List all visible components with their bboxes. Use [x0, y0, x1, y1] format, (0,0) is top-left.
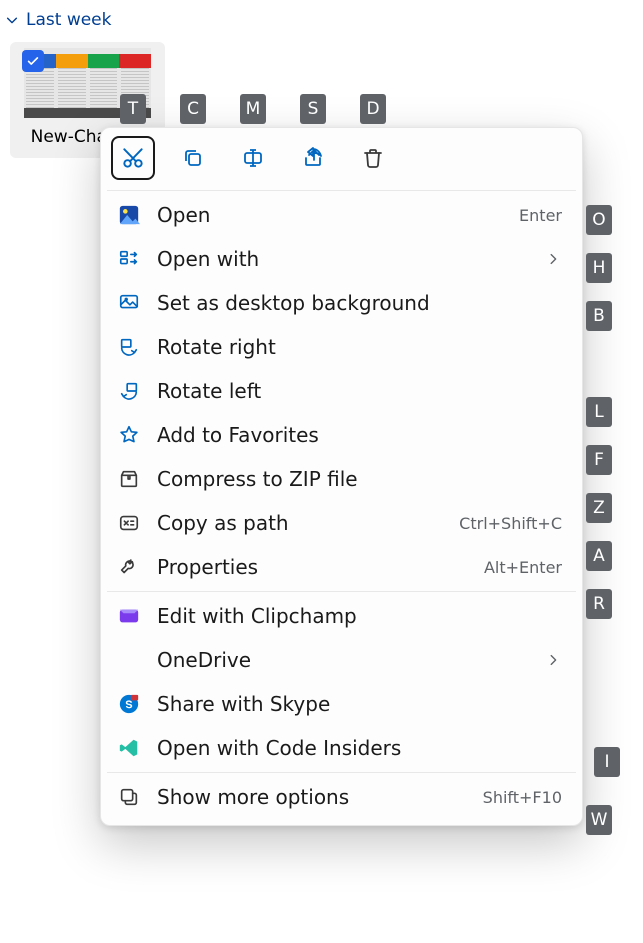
menu-add-favorites[interactable]: Add to Favorites	[107, 413, 576, 457]
star-icon	[117, 423, 141, 447]
chevron-right-icon	[544, 653, 562, 667]
rename-icon	[241, 146, 265, 170]
menu-label: Open with Code Insiders	[157, 736, 562, 760]
trash-icon	[361, 146, 385, 170]
access-key-hint: O	[586, 205, 612, 235]
menu-compress-zip[interactable]: Compress to ZIP file	[107, 457, 576, 501]
menu-open-with[interactable]: Open with	[107, 237, 576, 281]
menu-label: Add to Favorites	[157, 423, 562, 447]
separator	[107, 772, 576, 773]
access-key-hint: I	[594, 747, 620, 777]
menu-label: Copy as path	[157, 511, 443, 535]
more-options-icon	[117, 785, 141, 809]
access-key-hint: L	[586, 397, 612, 427]
menu-properties[interactable]: Properties Alt+Enter	[107, 545, 576, 589]
menu-label: Share with Skype	[157, 692, 562, 716]
access-key-hint: S	[300, 94, 326, 124]
menu-label: Compress to ZIP file	[157, 467, 562, 491]
menu-label: Set as desktop background	[157, 291, 562, 315]
menu-accelerator: Shift+F10	[483, 788, 562, 807]
share-icon	[301, 146, 325, 170]
access-key-hint: H	[586, 253, 612, 283]
zip-icon	[117, 467, 141, 491]
menu-edit-clipchamp[interactable]: Edit with Clipchamp	[107, 594, 576, 638]
copy-path-icon	[117, 511, 141, 535]
share-button[interactable]	[291, 136, 335, 180]
context-menu: Open Enter Open with Set as desktop back…	[100, 127, 583, 826]
desktop-background-icon	[117, 291, 141, 315]
access-key-hint: W	[586, 805, 612, 835]
menu-copy-path[interactable]: Copy as path Ctrl+Shift+C	[107, 501, 576, 545]
scissors-icon	[120, 145, 146, 171]
blank-icon	[117, 648, 141, 672]
access-key-hint: A	[586, 541, 612, 571]
menu-label: Rotate left	[157, 379, 562, 403]
access-key-hint: C	[180, 94, 206, 124]
menu-label: Open with	[157, 247, 528, 271]
rotate-right-icon	[117, 335, 141, 359]
toolbar-row	[107, 134, 576, 188]
menu-label: OneDrive	[157, 648, 528, 672]
vscode-insiders-icon	[117, 736, 141, 760]
menu-accelerator: Enter	[519, 206, 562, 225]
access-key-hint: R	[586, 589, 612, 619]
rotate-left-icon	[117, 379, 141, 403]
menu-open-code-insiders[interactable]: Open with Code Insiders	[107, 726, 576, 770]
menu-label: Rotate right	[157, 335, 562, 359]
group-header[interactable]: Last week	[0, 0, 643, 40]
menu-label: Properties	[157, 555, 468, 579]
menu-share-skype[interactable]: Share with Skype	[107, 682, 576, 726]
chevron-down-icon	[4, 12, 20, 28]
group-label: Last week	[26, 10, 111, 30]
menu-show-more[interactable]: Show more options Shift+F10	[107, 775, 576, 819]
access-key-hint: F	[586, 445, 612, 475]
wrench-icon	[117, 555, 141, 579]
menu-rotate-left[interactable]: Rotate left	[107, 369, 576, 413]
open-with-icon	[117, 247, 141, 271]
separator	[107, 190, 576, 191]
access-key-hint: B	[586, 301, 612, 331]
photos-app-icon	[117, 203, 141, 227]
separator	[107, 591, 576, 592]
access-key-hint: M	[240, 94, 266, 124]
chevron-right-icon	[544, 252, 562, 266]
cut-button[interactable]	[111, 136, 155, 180]
menu-label: Open	[157, 203, 503, 227]
menu-set-background[interactable]: Set as desktop background	[107, 281, 576, 325]
delete-button[interactable]	[351, 136, 395, 180]
access-key-hint: D	[360, 94, 386, 124]
menu-rotate-right[interactable]: Rotate right	[107, 325, 576, 369]
clipchamp-icon	[117, 604, 141, 628]
rename-button[interactable]	[231, 136, 275, 180]
access-key-hint: Z	[586, 493, 612, 523]
menu-onedrive[interactable]: OneDrive	[107, 638, 576, 682]
skype-icon	[117, 692, 141, 716]
selection-checkmark-icon	[22, 50, 44, 72]
access-key-hint: T	[120, 94, 146, 124]
menu-label: Edit with Clipchamp	[157, 604, 562, 628]
menu-label: Show more options	[157, 785, 467, 809]
copy-icon	[181, 146, 205, 170]
menu-accelerator: Ctrl+Shift+C	[459, 514, 562, 533]
copy-button[interactable]	[171, 136, 215, 180]
menu-accelerator: Alt+Enter	[484, 558, 562, 577]
menu-open[interactable]: Open Enter	[107, 193, 576, 237]
